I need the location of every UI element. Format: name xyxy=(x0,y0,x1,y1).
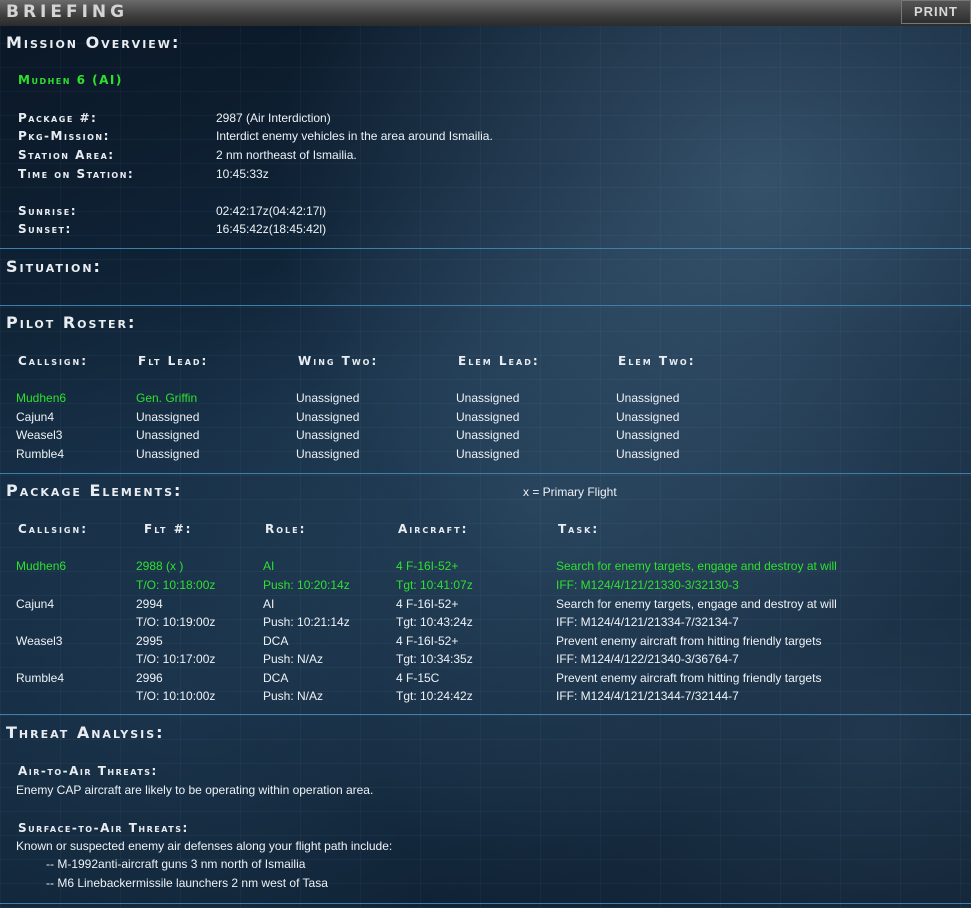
pkg-role: DCA xyxy=(263,634,289,648)
roster-elem-lead: Unassigned xyxy=(456,391,520,405)
pkg-task: Prevent enemy aircraft from hitting frie… xyxy=(556,671,822,685)
window-title: BRIEFING xyxy=(6,2,129,22)
pkg-push: Push: N/Az xyxy=(263,652,324,666)
roster-wing-two: Unassigned xyxy=(296,428,360,442)
roster-wing-two: Unassigned xyxy=(296,391,360,405)
pkg-col-aircraft: Aircraft: xyxy=(398,522,469,536)
roster-col-elem-lead: Elem Lead: xyxy=(458,354,540,368)
sunrise-label: Sunrise: xyxy=(18,204,77,218)
package-number-label: Package #: xyxy=(18,111,98,125)
primary-flight-legend: x = Primary Flight xyxy=(523,485,617,499)
pkg-callsign: Rumble4 xyxy=(16,671,65,685)
pkg-role: DCA xyxy=(263,671,289,685)
time-on-station-label: Time on Station: xyxy=(18,167,135,181)
pkg-task: Search for enemy targets, engage and des… xyxy=(556,597,837,611)
pkg-role: AI xyxy=(263,559,275,573)
pkg-aircraft: 4 F-15C xyxy=(396,671,440,685)
pkg-takeoff: T/O: 10:19:00z xyxy=(136,615,216,629)
pkg-aircraft: 4 F-16I-52+ xyxy=(396,559,459,573)
pkg-target-time: Tgt: 10:24:42z xyxy=(396,689,473,703)
roster-col-callsign: Callsign: xyxy=(18,354,88,368)
pkg-col-flt: Flt #: xyxy=(144,522,193,536)
sam-threats-label: Surface-to-Air Threats: xyxy=(18,821,189,835)
roster-col-elem-two: Elem Two: xyxy=(618,354,696,368)
sunrise-value: 02:42:17z(04:42:17l) xyxy=(216,204,327,218)
roster-heading: Pilot Roster: xyxy=(6,313,137,332)
pkg-iff: IFF: M124/4/121/21344-7/32144-7 xyxy=(556,689,739,703)
roster-elem-lead: Unassigned xyxy=(456,428,520,442)
pkg-iff: IFF: M124/4/122/21340-3/36764-7 xyxy=(556,652,739,666)
print-button[interactable]: PRINT xyxy=(901,0,971,24)
pkg-flt: 2994 xyxy=(136,597,163,611)
roster-callsign: Rumble4 xyxy=(16,447,65,461)
roster-wing-two: Unassigned xyxy=(296,447,360,461)
primary-flight-label: Mudhen 6 (AI) xyxy=(18,73,123,87)
separator xyxy=(0,714,971,715)
pkg-col-callsign: Callsign: xyxy=(18,522,88,536)
separator xyxy=(0,305,971,306)
roster-elem-two: Unassigned xyxy=(616,428,680,442)
threat-heading: Threat Analysis: xyxy=(6,723,165,742)
pkg-flt: 2996 xyxy=(136,671,163,685)
pkg-aircraft: 4 F-16I-52+ xyxy=(396,634,459,648)
station-area-label: Station Area: xyxy=(18,148,115,162)
station-area-value: 2 nm northeast of Ismailia. xyxy=(216,148,357,162)
pkg-target-time: Tgt: 10:41:07z xyxy=(396,578,473,592)
roster-flt-lead: Unassigned xyxy=(136,410,200,424)
pkg-target-time: Tgt: 10:43:24z xyxy=(396,615,473,629)
package-number-value: 2987 (Air Interdiction) xyxy=(216,111,331,125)
pkg-push: Push: 10:21:14z xyxy=(263,615,350,629)
pkg-push: Push: N/Az xyxy=(263,689,324,703)
pkg-push: Push: 10:20:14z xyxy=(263,578,350,592)
roster-elem-two: Unassigned xyxy=(616,447,680,461)
pkg-target-time: Tgt: 10:34:35z xyxy=(396,652,473,666)
sunset-label: Sunset: xyxy=(18,222,72,236)
roster-callsign: Cajun4 xyxy=(16,410,55,424)
roster-elem-two: Unassigned xyxy=(616,410,680,424)
roster-flt-lead: Unassigned xyxy=(136,428,200,442)
pkg-callsign: Weasel3 xyxy=(16,634,63,648)
roster-col-flt-lead: Flt Lead: xyxy=(138,354,209,368)
pkg-iff: IFF: M124/4/121/21334-7/32134-7 xyxy=(556,615,739,629)
sam-threat-item: -- M6 Linebackermissile launchers 2 nm w… xyxy=(46,876,328,890)
time-on-station-value: 10:45:33z xyxy=(216,167,269,181)
pkg-flt: 2988 (x ) xyxy=(136,559,184,573)
sunset-value: 16:45:42z(18:45:42l) xyxy=(216,222,327,236)
roster-elem-two: Unassigned xyxy=(616,391,680,405)
sam-threats-text: Known or suspected enemy air defenses al… xyxy=(16,839,393,853)
air-threats-text: Enemy CAP aircraft are likely to be oper… xyxy=(16,783,374,797)
pkg-mission-value: Interdict enemy vehicles in the area aro… xyxy=(216,129,493,143)
separator xyxy=(0,903,971,904)
pkg-takeoff: T/O: 10:10:00z xyxy=(136,689,216,703)
pkg-takeoff: T/O: 10:17:00z xyxy=(136,652,216,666)
roster-wing-two: Unassigned xyxy=(296,410,360,424)
pkg-col-task: Task: xyxy=(558,522,600,536)
roster-callsign: Mudhen6 xyxy=(16,391,67,405)
roster-elem-lead: Unassigned xyxy=(456,410,520,424)
pkg-iff: IFF: M124/4/121/21330-3/32130-3 xyxy=(556,578,739,592)
separator xyxy=(0,248,971,249)
pkg-callsign: Mudhen6 xyxy=(16,559,67,573)
overview-heading: Mission Overview: xyxy=(6,33,181,52)
pkg-mission-label: Pkg-Mission: xyxy=(18,129,110,143)
pkg-aircraft: 4 F-16I-52+ xyxy=(396,597,459,611)
situation-heading: Situation: xyxy=(6,257,102,276)
pkg-role: AI xyxy=(263,597,275,611)
pkg-takeoff: T/O: 10:18:00z xyxy=(136,578,216,592)
pkg-callsign: Cajun4 xyxy=(16,597,55,611)
roster-elem-lead: Unassigned xyxy=(456,447,520,461)
package-heading: Package Elements: xyxy=(6,481,183,500)
pkg-task: Prevent enemy aircraft from hitting frie… xyxy=(556,634,822,648)
pkg-task: Search for enemy targets, engage and des… xyxy=(556,559,837,573)
roster-callsign: Weasel3 xyxy=(16,428,63,442)
air-threats-label: Air-to-Air Threats: xyxy=(18,764,158,778)
roster-col-wing-two: Wing Two: xyxy=(298,354,379,368)
title-bar: BRIEFING PRINT xyxy=(0,0,971,26)
separator xyxy=(0,473,971,474)
roster-flt-lead: Unassigned xyxy=(136,447,200,461)
pkg-col-role: Role: xyxy=(265,522,307,536)
pkg-flt: 2995 xyxy=(136,634,163,648)
roster-flt-lead: Gen. Griffin xyxy=(136,391,198,405)
sam-threat-item: -- M-1992anti-aircraft guns 3 nm north o… xyxy=(46,857,306,871)
